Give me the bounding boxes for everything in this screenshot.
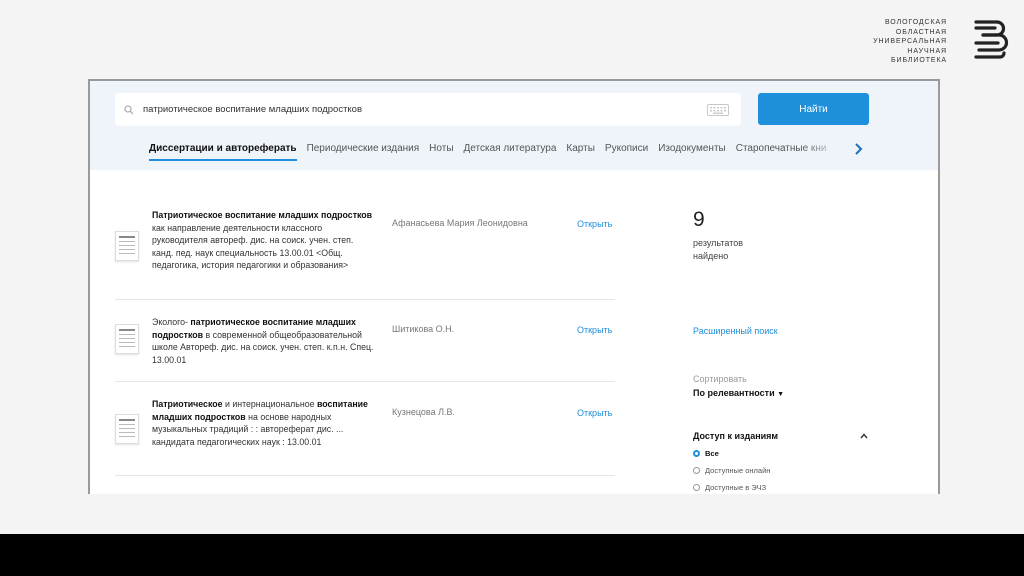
chevron-right-icon[interactable] [851, 142, 865, 156]
chevron-up-icon[interactable] [859, 431, 869, 441]
tab-maps[interactable]: Карты [566, 143, 595, 161]
radio-dot [693, 467, 700, 474]
results-count: 9 [693, 208, 705, 231]
tab-manuscripts[interactable]: Рукописи [605, 143, 648, 161]
result-item: Патриотическое воспитание младших подрос… [115, 209, 615, 300]
sort-label: Сортировать [693, 374, 747, 384]
library-logo: ВОЛОГОДСКАЯ ОБЛАСТНАЯ УНИВЕРСАЛЬНАЯ НАУЧ… [873, 18, 1009, 66]
open-link[interactable]: Открыть [577, 408, 612, 418]
radio-label: Доступные в ЭЧЗ [705, 483, 767, 492]
result-author: Кузнецова Л.В. [392, 407, 455, 417]
logo-line: НАУЧНАЯ [907, 47, 947, 55]
catalog-screenshot: Найти Диссертации и автореферать Периоди… [88, 79, 940, 494]
result-item: Эколого- патриотическое воспитание младш… [115, 300, 615, 382]
access-option-online[interactable]: Доступные онлайн [693, 466, 770, 475]
document-thumbnail[interactable] [115, 231, 139, 261]
logo-line: БИБЛИОТЕКА [891, 57, 947, 64]
sort-value: По релевантности [693, 388, 775, 398]
results-list: Патриотическое воспитание младших подрос… [115, 209, 615, 476]
access-filter-title: Доступ к изданиям [693, 431, 779, 441]
caret-down-icon: ▼ [777, 391, 785, 398]
open-link[interactable]: Открыть [577, 219, 612, 229]
open-link[interactable]: Открыть [577, 325, 612, 335]
access-option-reading-room[interactable]: Доступные в ЭЧЗ [693, 483, 766, 492]
logo-text: ВОЛОГОДСКАЯ ОБЛАСТНАЯ УНИВЕРСАЛЬНАЯ НАУЧ… [873, 18, 947, 66]
logo-line: ОБЛАСТНАЯ [895, 28, 947, 36]
logo-line: УНИВЕРСАЛЬНАЯ [873, 38, 947, 45]
result-author: Шитикова О.Н. [392, 324, 455, 334]
logo-line: ВОЛОГОДСКАЯ [884, 19, 947, 26]
letterbox-bar [0, 534, 1024, 576]
search-box[interactable] [115, 93, 741, 126]
tabs-fade [802, 139, 842, 159]
radio-dot [693, 484, 700, 491]
radio-dot [693, 450, 700, 457]
search-input[interactable] [143, 104, 707, 115]
result-title[interactable]: Патриотическое воспитание младших подрос… [152, 209, 377, 272]
result-title[interactable]: Эколого- патриотическое воспитание младш… [152, 316, 377, 366]
radio-label: Доступные онлайн [705, 466, 771, 475]
tab-sheet-music[interactable]: Ноты [429, 143, 453, 161]
tab-periodicals[interactable]: Периодические издания [307, 143, 420, 161]
logo-mark-icon [974, 20, 1009, 59]
radio-label: Все [705, 449, 719, 458]
search-icon [115, 104, 143, 115]
access-option-all[interactable]: Все [693, 449, 719, 458]
results-count-label: результатов найдено [693, 238, 744, 261]
tab-images[interactable]: Изодокументы [658, 143, 726, 161]
tab-dissertations[interactable]: Диссертации и автореферать [149, 143, 297, 161]
tab-childrens-literature[interactable]: Детская литература [464, 143, 557, 161]
result-author: Афанасьева Мария Леонидовна [392, 218, 528, 228]
keyboard-icon[interactable] [707, 103, 729, 116]
find-button[interactable]: Найти [758, 93, 869, 125]
result-title[interactable]: Патриотическое и интернациональное воспи… [152, 398, 377, 448]
result-item: Патриотическое и интернациональное воспи… [115, 382, 615, 476]
document-thumbnail[interactable] [115, 324, 139, 354]
advanced-search-link[interactable]: Расширенный поиск [693, 326, 778, 336]
document-thumbnail[interactable] [115, 414, 139, 444]
sort-dropdown[interactable]: По релевантности ▼ [693, 388, 784, 398]
category-tabs: Диссертации и автореферать Периодические… [149, 143, 826, 161]
